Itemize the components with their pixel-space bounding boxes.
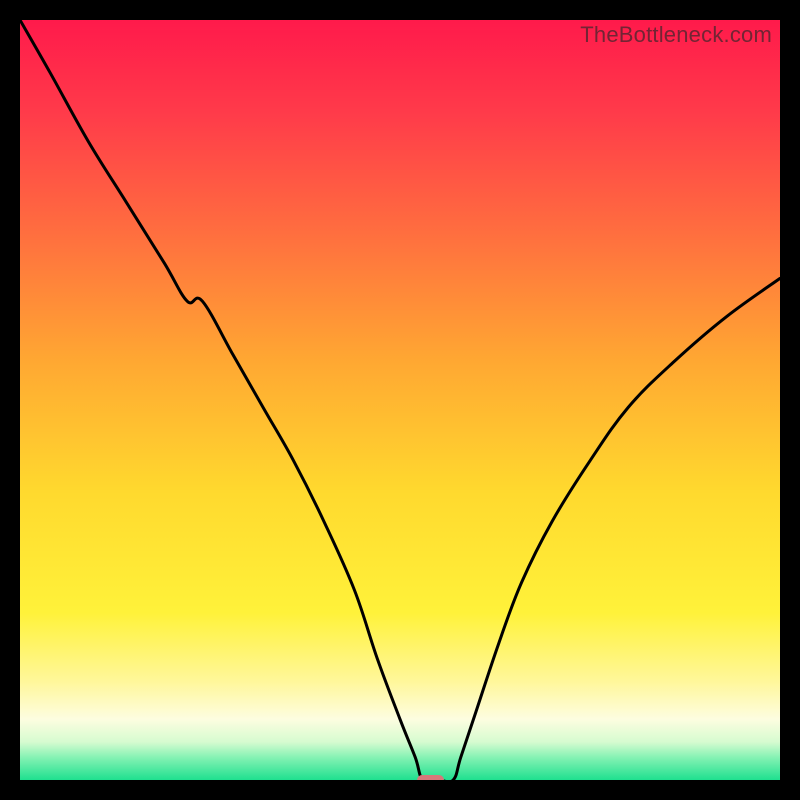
chart-frame: TheBottleneck.com <box>0 0 800 800</box>
plot-area: TheBottleneck.com <box>20 20 780 780</box>
bottleneck-curve-path <box>20 20 780 780</box>
minimum-marker <box>417 775 444 780</box>
curve-svg <box>20 20 780 780</box>
